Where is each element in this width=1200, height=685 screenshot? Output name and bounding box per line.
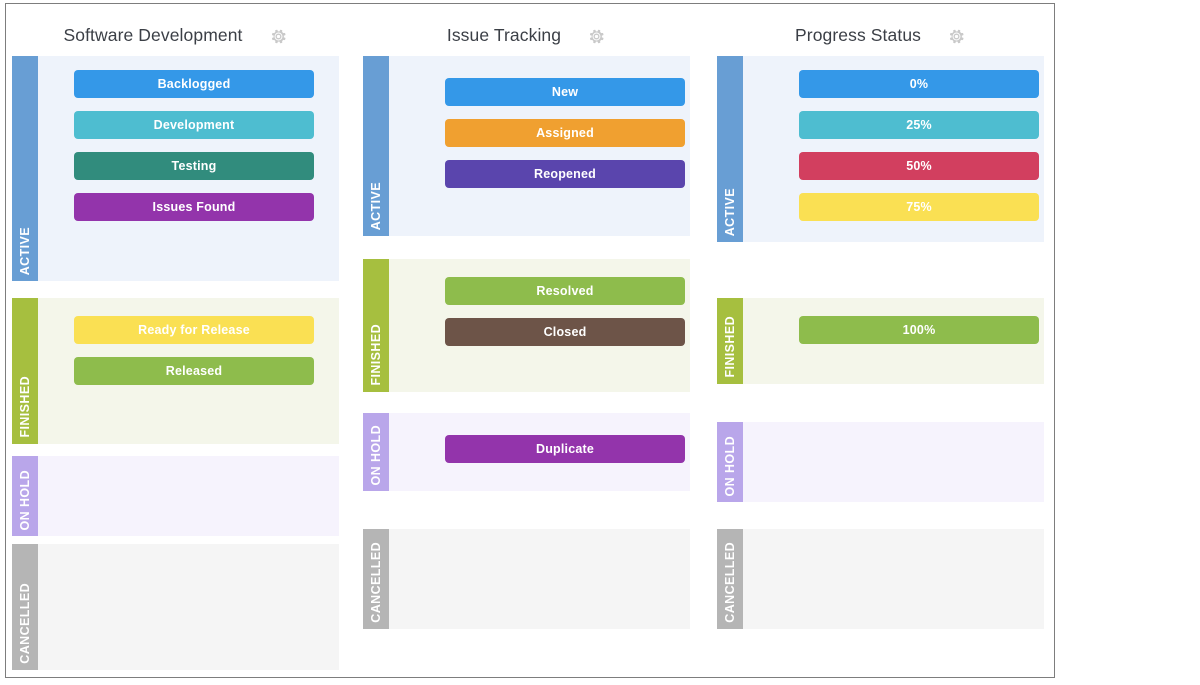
status-card[interactable]: Assigned <box>445 119 685 147</box>
status-card[interactable]: Development <box>74 111 314 139</box>
swimlane-onhold: ON HOLD <box>12 456 339 536</box>
swimlane-tab[interactable]: FINISHED <box>12 298 38 444</box>
swimlane-body: Backlogged Development Testing Issues Found <box>38 56 339 281</box>
swimlane-tab[interactable]: FINISHED <box>717 298 743 384</box>
swimlane-finished: FINISHED 100% <box>717 298 1044 384</box>
swimlane-body: New Assigned Reopened <box>389 56 690 236</box>
swimlane-label: ON HOLD <box>723 435 737 496</box>
swimlane-body <box>38 544 339 670</box>
swimlane-body: 100% <box>743 298 1044 384</box>
status-card[interactable]: Issues Found <box>74 193 314 221</box>
status-card[interactable]: Closed <box>445 318 685 346</box>
swimlane-body: 0% 25% 50% 75% <box>743 56 1044 242</box>
swimlane-tab[interactable]: CANCELLED <box>717 529 743 629</box>
swimlane-tab[interactable]: ON HOLD <box>12 456 38 536</box>
swimlane-label: ON HOLD <box>369 424 383 485</box>
swimlane-tab[interactable]: CANCELLED <box>363 529 389 629</box>
swimlane-label: ACTIVE <box>723 187 737 236</box>
swimlane-label: CANCELLED <box>723 542 737 623</box>
swimlane-tab[interactable]: ACTIVE <box>717 56 743 242</box>
status-card[interactable]: Backlogged <box>74 70 314 98</box>
board-column: ACTIVE New Assigned Reopened FINISHED Resolve… <box>363 4 690 677</box>
status-card[interactable]: 75% <box>799 193 1039 221</box>
swimlane-tab[interactable]: ACTIVE <box>12 56 38 281</box>
swimlane-label: FINISHED <box>18 376 32 438</box>
swimlane-label: CANCELLED <box>18 583 32 664</box>
status-card[interactable]: Released <box>74 357 314 385</box>
status-card[interactable]: New <box>445 78 685 106</box>
swimlane-body: Duplicate <box>389 413 690 491</box>
swimlane-body: Ready for Release Released <box>38 298 339 444</box>
swimlane-tab[interactable]: ON HOLD <box>363 413 389 491</box>
status-card[interactable]: 0% <box>799 70 1039 98</box>
status-card[interactable]: 25% <box>799 111 1039 139</box>
swimlane-active: ACTIVE New Assigned Reopened <box>363 56 690 236</box>
swimlane-label: FINISHED <box>369 324 383 386</box>
swimlane-label: CANCELLED <box>369 542 383 623</box>
status-card[interactable]: Duplicate <box>445 435 685 463</box>
swimlane-cancelled: CANCELLED <box>12 544 339 670</box>
status-card[interactable]: Reopened <box>445 160 685 188</box>
swimlane-cancelled: CANCELLED <box>363 529 690 629</box>
swimlane-tab[interactable]: FINISHED <box>363 259 389 392</box>
swimlane-label: FINISHED <box>723 316 737 378</box>
swimlane-tab[interactable]: ON HOLD <box>717 422 743 502</box>
status-card[interactable]: Testing <box>74 152 314 180</box>
status-card[interactable]: 50% <box>799 152 1039 180</box>
status-card[interactable]: 100% <box>799 316 1039 344</box>
swimlane-label: ON HOLD <box>18 469 32 530</box>
swimlane-body <box>743 422 1044 502</box>
swimlane-onhold: ON HOLD Duplicate <box>363 413 690 491</box>
status-card[interactable]: Resolved <box>445 277 685 305</box>
board-frame: Software Development ACTIVE Backlogged Deve… <box>5 3 1055 678</box>
board-column: ACTIVE 0% 25% 50% 75% FINISHED 100% ON HOLD CANC… <box>717 4 1044 677</box>
swimlane-body <box>743 529 1044 629</box>
swimlane-active: ACTIVE Backlogged Development Testing Issues… <box>12 56 339 281</box>
swimlane-finished: FINISHED Resolved Closed <box>363 259 690 392</box>
status-card[interactable]: Ready for Release <box>74 316 314 344</box>
swimlane-finished: FINISHED Ready for Release Released <box>12 298 339 444</box>
swimlane-onhold: ON HOLD <box>717 422 1044 502</box>
swimlane-cancelled: CANCELLED <box>717 529 1044 629</box>
swimlane-label: ACTIVE <box>369 181 383 230</box>
swimlane-body: Resolved Closed <box>389 259 690 392</box>
screenshot-root: Software Development ACTIVE Backlogged Deve… <box>0 0 1200 685</box>
swimlane-body <box>389 529 690 629</box>
board-canvas: Software Development ACTIVE Backlogged Deve… <box>6 4 1054 677</box>
swimlane-active: ACTIVE 0% 25% 50% 75% <box>717 56 1044 242</box>
board-column: ACTIVE Backlogged Development Testing Issues… <box>12 4 339 677</box>
swimlane-tab[interactable]: CANCELLED <box>12 544 38 670</box>
swimlane-label: ACTIVE <box>18 226 32 275</box>
swimlane-tab[interactable]: ACTIVE <box>363 56 389 236</box>
swimlane-body <box>38 456 339 536</box>
